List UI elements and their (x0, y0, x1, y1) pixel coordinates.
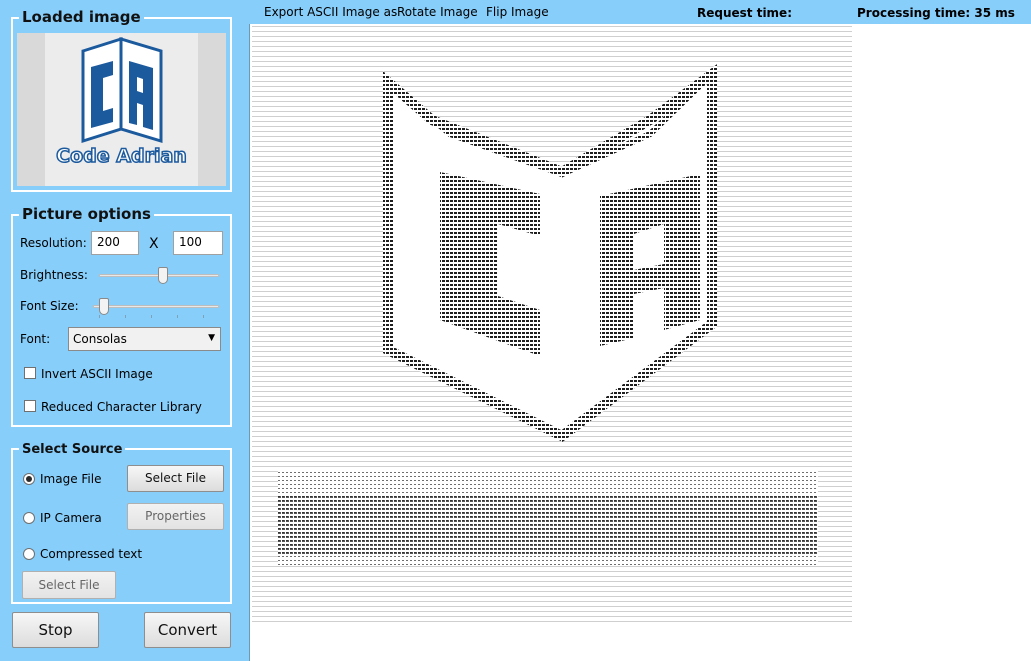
font-label: Font: (20, 332, 51, 346)
ip-camera-radio[interactable] (23, 512, 35, 524)
select-source-title: Select Source (19, 442, 126, 457)
font-select-value: Consolas (73, 332, 127, 346)
menu-flip-image[interactable]: Flip Image (486, 5, 549, 19)
select-file-button[interactable]: Select File (127, 465, 224, 492)
logo-text: Code Adrian (55, 144, 187, 168)
resolution-label: Resolution: (20, 236, 87, 250)
font-size-slider-track[interactable] (93, 305, 219, 308)
resolution-width-input[interactable]: 200 (91, 231, 139, 255)
loaded-image-title: Loaded image (19, 8, 144, 26)
loaded-image-group: Loaded image Code Adrian (11, 8, 232, 192)
slider-tick (125, 315, 126, 318)
invert-checkbox[interactable] (24, 367, 36, 379)
reduced-library-checkbox[interactable] (24, 400, 36, 412)
convert-button[interactable]: Convert (144, 612, 231, 648)
request-time-label: Request time: (697, 6, 792, 20)
font-select[interactable]: Consolas ▼ (68, 327, 221, 351)
select-source-group: Select Source Image File Select File IP … (11, 442, 232, 604)
picture-options-group: Picture options Resolution: 200 X 100 Br… (11, 205, 232, 427)
ip-camera-label[interactable]: IP Camera (40, 511, 102, 525)
ascii-output-area[interactable] (249, 24, 1031, 661)
invert-label[interactable]: Invert ASCII Image (41, 367, 153, 381)
reduced-library-label[interactable]: Reduced Character Library (41, 400, 202, 414)
image-file-label[interactable]: Image File (40, 472, 101, 486)
stop-button[interactable]: Stop (12, 612, 99, 648)
image-file-radio[interactable] (23, 473, 35, 485)
menu-export-ascii[interactable]: Export ASCII Image as (264, 5, 397, 19)
compressed-text-radio[interactable] (23, 548, 35, 560)
menu-rotate-image[interactable]: Rotate Image (397, 5, 478, 19)
resolution-height-input[interactable]: 100 (173, 231, 223, 255)
processing-time-label: Processing time: 35 ms (857, 6, 1015, 20)
slider-tick (151, 315, 152, 318)
loaded-image-preview: Code Adrian (17, 33, 226, 186)
compressed-text-label[interactable]: Compressed text (40, 547, 142, 561)
properties-button[interactable]: Properties (127, 503, 224, 530)
brightness-label: Brightness: (20, 268, 88, 282)
resolution-x-label: X (149, 236, 159, 252)
font-size-label: Font Size: (20, 299, 79, 313)
slider-tick (203, 315, 204, 318)
chevron-down-icon: ▼ (208, 333, 215, 343)
slider-tick (177, 315, 178, 318)
compressed-select-file-button[interactable]: Select File (22, 571, 116, 599)
ascii-logo-art (278, 64, 818, 566)
picture-options-title: Picture options (19, 205, 154, 223)
brightness-slider-thumb[interactable] (158, 267, 168, 284)
slider-tick (99, 315, 100, 318)
font-size-slider-thumb[interactable] (99, 298, 109, 315)
